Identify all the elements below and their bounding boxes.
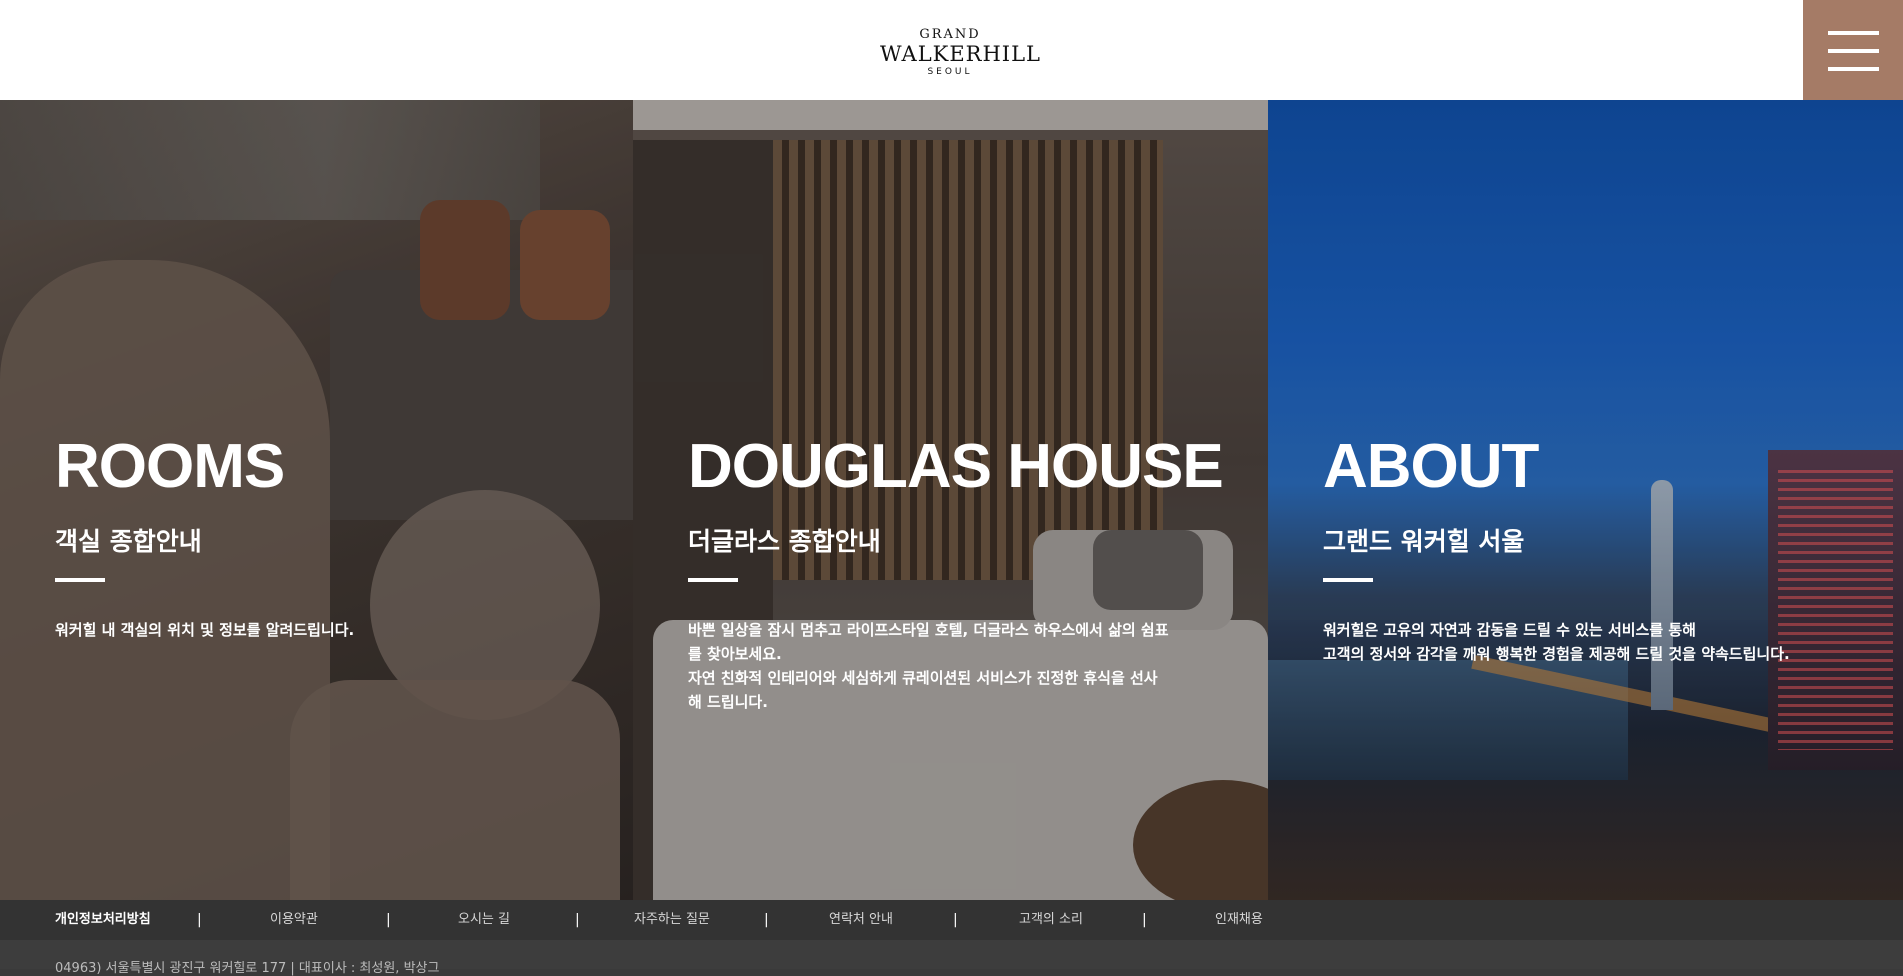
footer-nav: 개인정보처리방침 | 이용약관 | 오시는 길 | 자주하는 질문 | 연락처 … bbox=[0, 900, 1903, 940]
footer-link-privacy-policy[interactable]: 개인정보처리방침 bbox=[55, 900, 151, 940]
footer-link-faq[interactable]: 자주하는 질문 bbox=[634, 900, 710, 940]
hamburger-menu-icon bbox=[1828, 31, 1879, 35]
panel-divider bbox=[1323, 578, 1373, 582]
panel-title: DOUGLAS HOUSE bbox=[688, 432, 1224, 501]
panel-subtitle: 그랜드 워커힐 서울 bbox=[1323, 527, 1525, 556]
panel-rooms[interactable]: ROOMS 객실 종합안내 워커힐 내 객실의 위치 및 정보를 알려드립니다. bbox=[0, 100, 633, 900]
site-header: GRAND WALKERHILL SEOUL bbox=[0, 0, 1903, 100]
panel-divider bbox=[688, 578, 738, 582]
panel-about[interactable]: ABOUT 그랜드 워커힐 서울 워커힐은 고유의 자연과 감동을 드릴 수 있… bbox=[1268, 100, 1903, 900]
footer-separator: | bbox=[1142, 912, 1147, 928]
panel-description: 워커힐 내 객실의 위치 및 정보를 알려드립니다. bbox=[55, 621, 355, 639]
footer-separator: | bbox=[197, 912, 202, 928]
logo-line-2: WALKERHILL bbox=[880, 42, 1041, 66]
footer-separator: | bbox=[953, 912, 958, 928]
panel-description: 워커힐은 고유의 자연과 감동을 드릴 수 있는 서비스를 통해 고객의 정서와… bbox=[1323, 621, 1790, 663]
panel-divider bbox=[55, 578, 105, 582]
footer-separator: | bbox=[386, 912, 391, 928]
panel-subtitle: 객실 종합안내 bbox=[55, 527, 202, 556]
panel-description: 바쁜 일상을 잠시 멈추고 라이프스타일 호텔, 더글라스 하우스에서 삶의 쉼… bbox=[688, 621, 1169, 711]
hamburger-menu-icon-bar bbox=[1828, 49, 1879, 53]
panel-subtitle: 더글라스 종합안내 bbox=[688, 527, 881, 556]
panel-content: ROOMS 객실 종합안내 워커힐 내 객실의 위치 및 정보를 알려드립니다. bbox=[55, 430, 595, 642]
company-address: 04963) 서울특별시 광진구 워커힐로 177 | 대표이사 : 최성원, … bbox=[55, 961, 440, 976]
hamburger-menu-icon-bar bbox=[1828, 67, 1879, 71]
grand-walkerhill-logo[interactable]: GRAND WALKERHILL SEOUL bbox=[880, 27, 1041, 80]
hamburger-menu-button[interactable] bbox=[1803, 0, 1903, 100]
footer-link-careers[interactable]: 인재채용 bbox=[1215, 900, 1263, 940]
footer-info: 04963) 서울특별시 광진구 워커힐로 177 | 대표이사 : 최성원, … bbox=[0, 940, 1903, 976]
panel-douglas-house[interactable]: DOUGLAS HOUSE 더글라스 종합안내 바쁜 일상을 잠시 멈추고 라이… bbox=[633, 100, 1268, 900]
footer-separator: | bbox=[575, 912, 580, 928]
panel-title: ABOUT bbox=[1323, 432, 1539, 501]
panel-title: ROOMS bbox=[55, 432, 285, 501]
logo-line-1: GRAND bbox=[919, 27, 981, 42]
footer-link-customer-voice[interactable]: 고객의 소리 bbox=[1019, 900, 1083, 940]
logo-line-3: SEOUL bbox=[927, 67, 973, 77]
panel-content: DOUGLAS HOUSE 더글라스 종합안내 바쁜 일상을 잠시 멈추고 라이… bbox=[688, 430, 1228, 714]
footer-link-directions[interactable]: 오시는 길 bbox=[458, 900, 510, 940]
footer-link-terms[interactable]: 이용약관 bbox=[270, 900, 318, 940]
panel-content: ABOUT 그랜드 워커힐 서울 워커힐은 고유의 자연과 감동을 드릴 수 있… bbox=[1323, 430, 1863, 666]
footer-link-contact[interactable]: 연락처 안내 bbox=[829, 900, 893, 940]
footer-separator: | bbox=[764, 912, 769, 928]
feature-panels: ROOMS 객실 종합안내 워커힐 내 객실의 위치 및 정보를 알려드립니다.… bbox=[0, 100, 1903, 900]
